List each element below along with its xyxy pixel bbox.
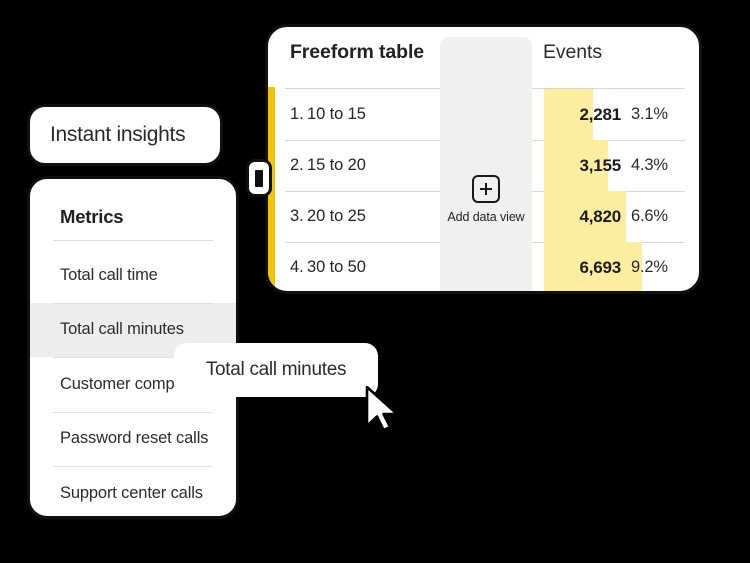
metric-item-password-reset-calls[interactable]: Password reset calls [30, 411, 236, 467]
instant-insights-card[interactable]: Instant insights [27, 104, 223, 166]
row-rank: 4. [290, 258, 304, 276]
metric-label: Support center calls [60, 483, 203, 502]
metrics-panel-title: Metrics [60, 206, 124, 227]
row-rank: 2. [290, 156, 304, 174]
plus-icon[interactable] [472, 175, 500, 203]
row-dimension-label: 15 to 20 [307, 156, 366, 174]
row-value: 2,281 [579, 104, 621, 124]
row-dimension: 4. 30 to 50 [290, 242, 366, 291]
row-dimension: 2. 15 to 20 [290, 140, 366, 191]
metric-label: Password reset calls [60, 429, 209, 448]
row-percent: 4.3% [631, 156, 668, 174]
row-percent: 6.6% [631, 207, 668, 225]
row-value: 6,693 [579, 257, 621, 277]
metric-item-support-center-calls[interactable]: Support center calls [30, 466, 236, 516]
freeform-table-card: Freeform table Events 1. 10 to 15 2,281 … [265, 24, 702, 294]
arrow-pointer-icon [364, 385, 406, 432]
tooltip-label: Total call minutes [205, 359, 347, 380]
row-value: 3,155 [579, 155, 621, 175]
metric-label: Total call minutes [60, 320, 184, 339]
row-dimension: 1. 10 to 15 [290, 89, 366, 140]
row-value: 4,820 [579, 206, 621, 226]
screenshot-stage: Freeform table Events 1. 10 to 15 2,281 … [0, 0, 750, 563]
drag-handle-grip-icon [255, 169, 263, 187]
row-rank: 1. [290, 105, 304, 123]
row-percent: 9.2% [631, 258, 668, 276]
table-title: Freeform table [290, 41, 425, 63]
metric-item-total-call-time[interactable]: Total call time [30, 248, 236, 303]
add-data-view-column[interactable]: Add data view [440, 37, 532, 291]
drag-tooltip: Total call minutes [174, 343, 378, 397]
row-dimension-label: 20 to 25 [307, 207, 366, 225]
instant-insights-label: Instant insights [50, 123, 186, 146]
row-dimension: 3. 20 to 25 [290, 191, 366, 242]
metric-label: Customer comp [60, 374, 175, 393]
panel-drag-handle[interactable] [246, 159, 272, 197]
column-header-events: Events [543, 41, 603, 63]
add-data-view-content: Add data view [440, 175, 532, 224]
row-dimension-label: 30 to 50 [307, 258, 366, 276]
row-rank: 3. [290, 207, 304, 225]
row-dimension-label: 10 to 15 [307, 105, 366, 123]
metrics-title-divider [53, 240, 213, 241]
row-percent: 3.1% [631, 105, 668, 123]
add-data-view-label: Add data view [447, 210, 525, 224]
metric-label: Total call time [60, 265, 158, 284]
